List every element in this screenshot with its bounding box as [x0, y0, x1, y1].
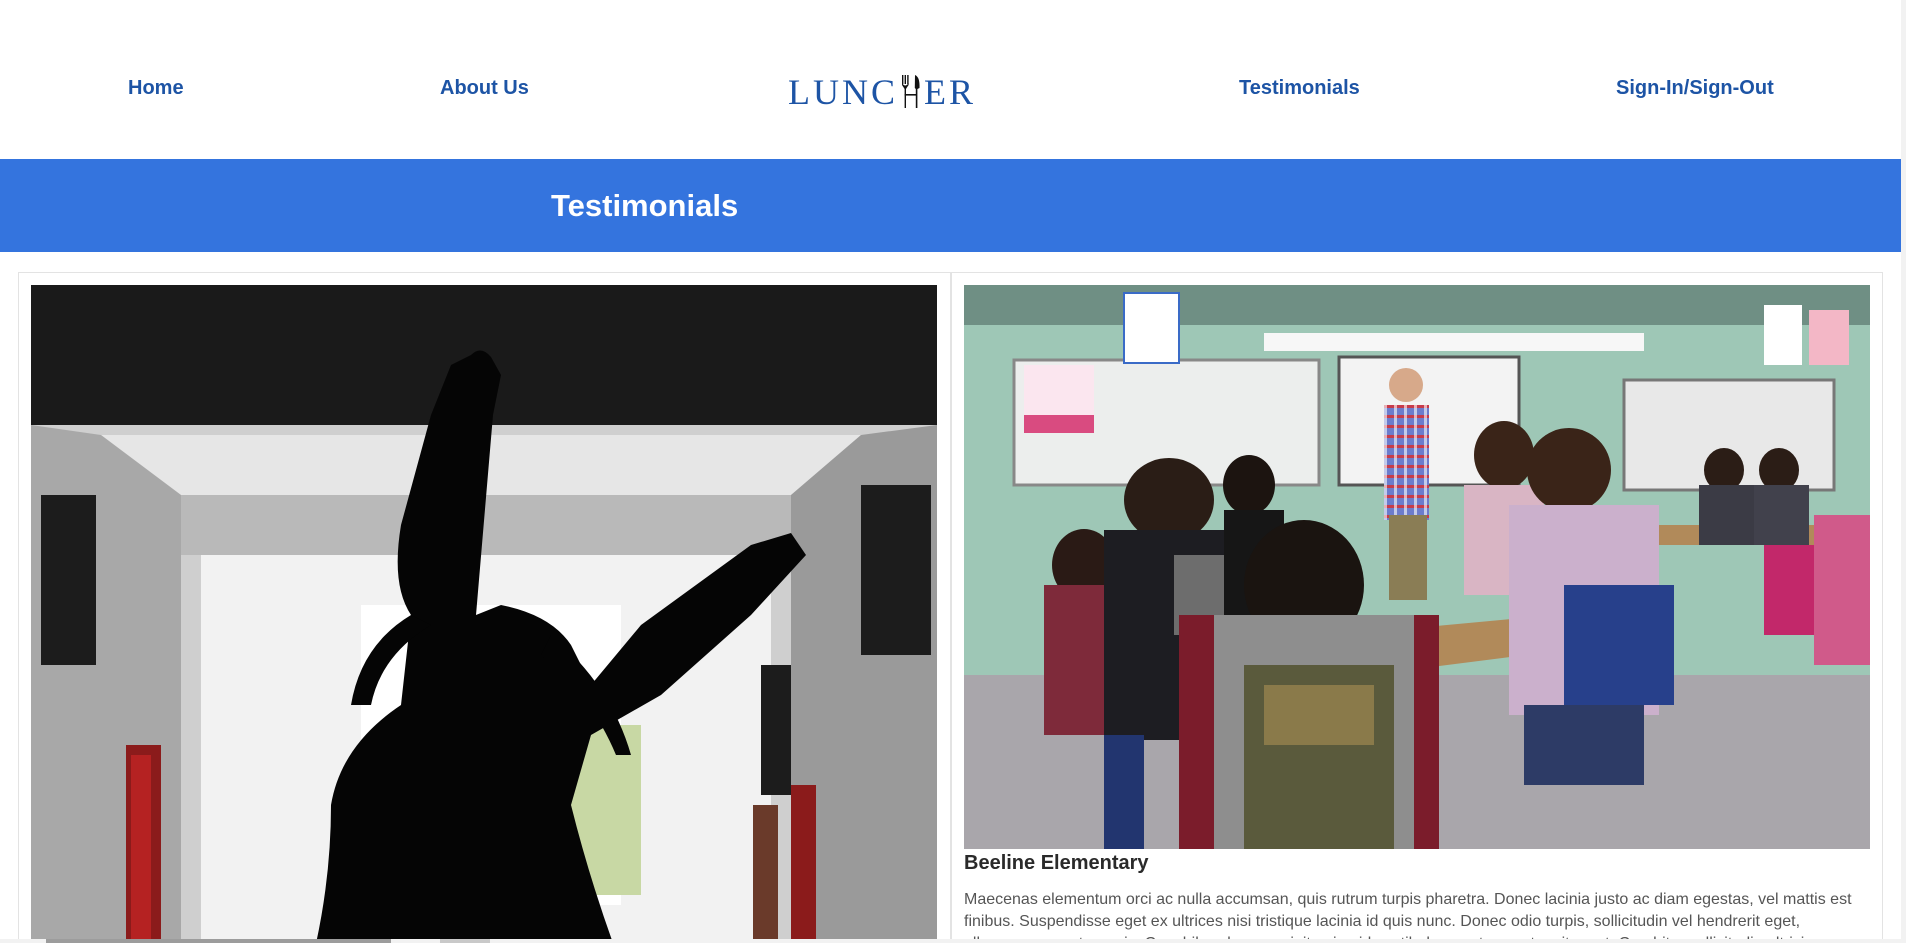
logo-text-left: LUNC	[788, 72, 898, 112]
silhouette-girl-hallway-photo	[31, 285, 937, 943]
card-text: Maecenas elementum orci ac nulla accumsa…	[964, 891, 1852, 943]
horizontal-scrollbar-thumb-secondary[interactable]	[440, 939, 490, 943]
top-nav: Home About Us LUNC ER Testimonials Sign-…	[0, 0, 1906, 159]
nav-signin-link[interactable]: Sign-In/Sign-Out	[1616, 77, 1774, 100]
classroom-students-photo	[964, 285, 1870, 849]
page: Home About Us LUNC ER Testimonials Sign-…	[0, 0, 1906, 943]
testimonial-card: Beeline Elementary Maecenas elementum or…	[951, 272, 1883, 943]
nav-home-link[interactable]: Home	[128, 77, 184, 100]
nav-testimonials-link[interactable]: Testimonials	[1239, 77, 1360, 100]
luncher-logo[interactable]: LUNC ER	[788, 66, 976, 112]
testimonial-card	[18, 272, 951, 943]
page-banner: Testimonials	[0, 159, 1901, 252]
fork-knife-icon	[902, 75, 920, 108]
card-title: Beeline Elementary	[964, 852, 1149, 874]
vertical-scrollbar[interactable]	[1901, 0, 1906, 943]
page-title: Testimonials	[551, 188, 739, 223]
logo-text-right: ER	[924, 72, 977, 112]
horizontal-scrollbar-thumb[interactable]	[46, 939, 391, 943]
nav-about-link[interactable]: About Us	[440, 77, 529, 100]
